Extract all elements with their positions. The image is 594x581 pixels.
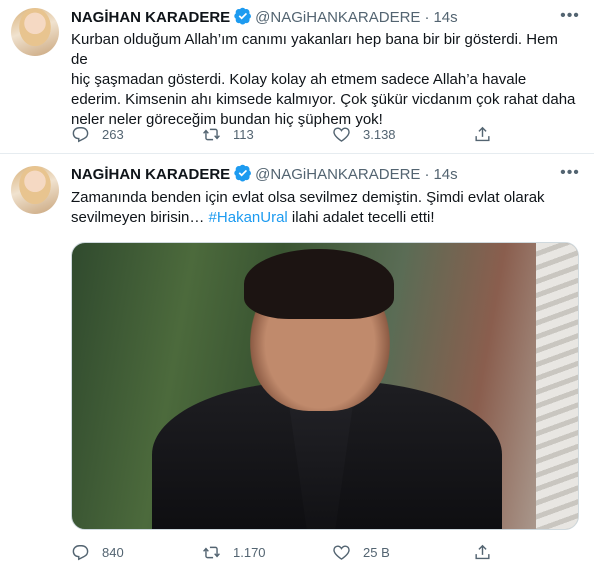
tweet-text-end: ilahi adalet tecelli etti! [287,209,435,226]
retweet-icon [203,128,220,140]
tweet[interactable]: NAGİHAN KARADERE @NAGiHANKARADERE · 14s •••… [0,0,594,153]
heart-icon [333,126,350,142]
tweet-header: NAGİHAN KARADERE @NAGiHANKARADERE · 14s [71,7,458,27]
author-name[interactable]: NAGİHAN KARADERE [71,9,230,26]
share-button[interactable] [473,542,492,562]
reply-count: 263 [102,126,124,142]
tweet-header: NAGİHAN KARADERE @NAGiHANKARADERE · 14s [71,164,458,184]
author-handle[interactable]: @NAGiHANKARADERE [255,9,420,26]
more-options-icon[interactable]: ••• [560,165,580,186]
reply-button[interactable]: 840 [71,542,124,562]
separator-dot: · [424,166,430,183]
share-button[interactable] [473,124,492,144]
reply-icon [72,126,89,142]
author-handle[interactable]: @NAGiHANKARADERE [255,166,420,183]
photo-rope [536,243,578,529]
retweet-count: 1.170 [233,544,266,560]
share-icon [475,126,490,141]
tweet-actions: 840 1.170 25 B [71,542,491,562]
verified-badge-icon [234,7,252,31]
reply-count: 840 [102,544,124,560]
tweet[interactable]: NAGİHAN KARADERE @NAGiHANKARADERE · 14s •••… [0,155,594,581]
avatar[interactable] [11,8,59,56]
tweet-timestamp[interactable]: 14s [433,166,457,183]
like-count: 3.138 [363,126,396,142]
hashtag-link[interactable]: #HakanUral [209,209,288,226]
author-name[interactable]: NAGİHAN KARADERE [71,166,230,183]
tweet-timestamp[interactable]: 14s [433,9,457,26]
heart-icon [333,544,350,560]
more-options-icon[interactable]: ••• [560,8,580,29]
avatar[interactable] [11,166,59,214]
photo-hair [244,249,394,319]
tweet-actions: 263 113 3.138 [71,124,491,144]
retweet-button[interactable]: 113 [202,124,254,144]
reply-icon [72,544,89,560]
retweet-count: 113 [233,126,254,142]
like-count: 25 B [363,544,390,560]
tweet-text: Kurban olduğum Allah’ım canımı yakanları… [71,31,576,128]
retweet-button[interactable]: 1.170 [202,542,266,562]
like-button[interactable]: 3.138 [332,124,396,144]
tweet-text: Zamanında benden için evlat olsa sevilme… [71,188,576,228]
verified-badge-icon [234,164,252,188]
like-button[interactable]: 25 B [332,542,390,562]
tweet-divider [0,153,594,154]
tweet-photo[interactable] [71,242,579,530]
reply-button[interactable]: 263 [71,124,124,144]
share-icon [475,544,490,559]
separator-dot: · [424,9,430,26]
retweet-icon [203,546,220,558]
